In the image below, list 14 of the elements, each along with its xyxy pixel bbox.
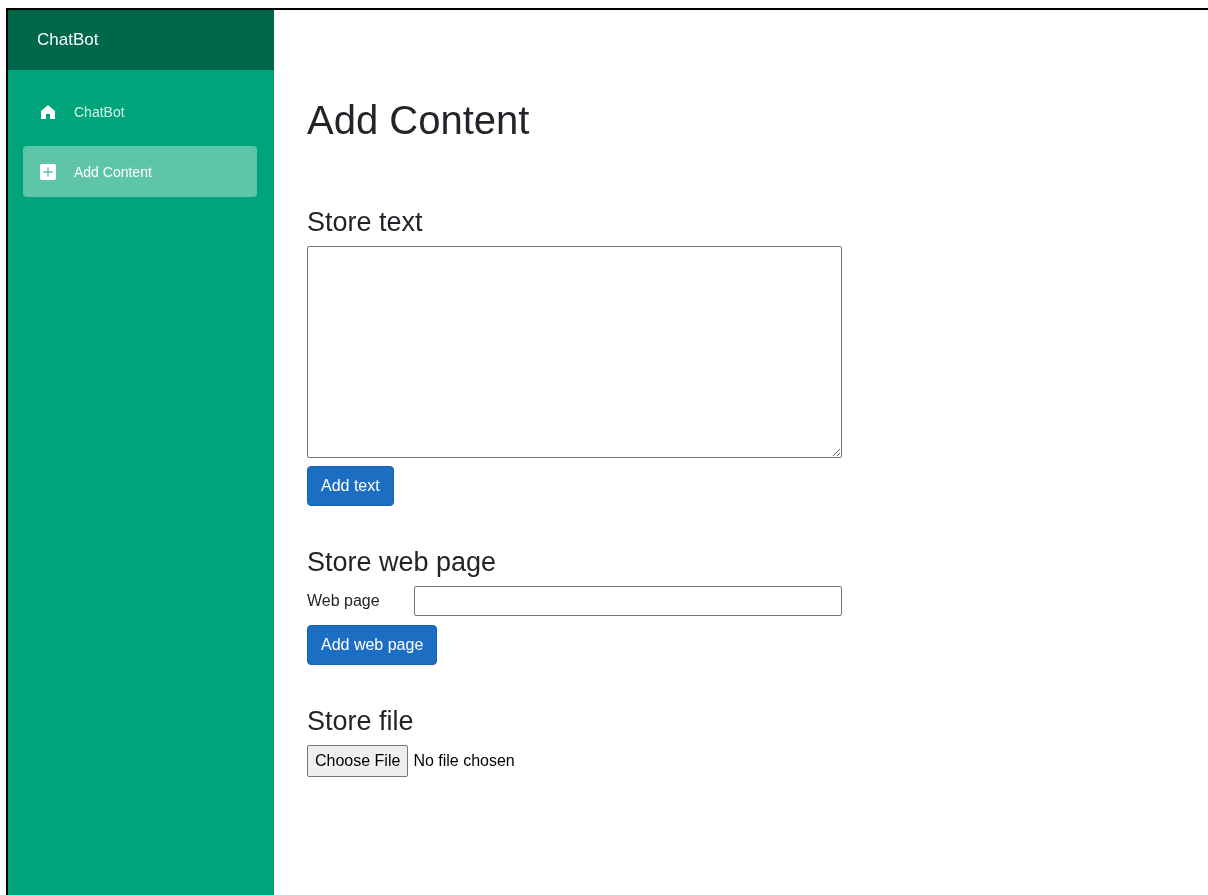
- section-heading: Store file: [307, 705, 415, 737]
- brand-title: ChatBot: [37, 30, 99, 50]
- field-label: Web page: [307, 592, 381, 610]
- add-text-button[interactable]: Add text: [307, 466, 394, 506]
- file-status-text: No file chosen: [413, 752, 515, 770]
- section-heading: Store text: [307, 206, 424, 238]
- section-heading: Store web page: [307, 546, 498, 578]
- nav-link[interactable]: ChatBot: [23, 86, 257, 137]
- home-icon: [40, 103, 56, 120]
- add-web-page-button[interactable]: Add web page: [307, 625, 438, 665]
- plus-icon: [40, 163, 56, 180]
- url-input-field[interactable]: [414, 586, 842, 616]
- choose-file-button[interactable]: Choose File: [307, 745, 409, 777]
- page-title: Add Content: [307, 97, 531, 144]
